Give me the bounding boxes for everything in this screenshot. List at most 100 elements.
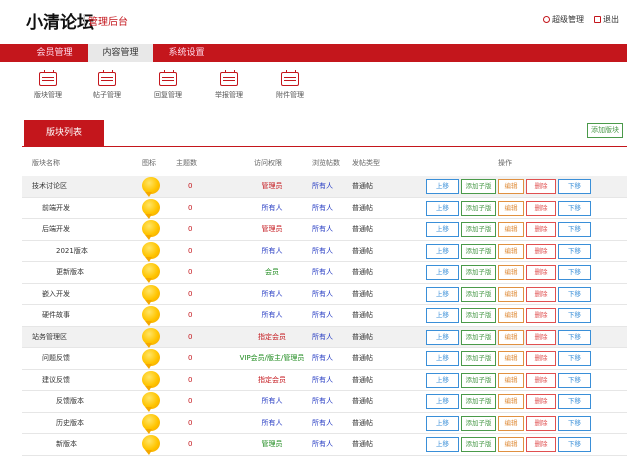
add-subboard-button[interactable]: 添加子版 — [461, 222, 496, 237]
post-type: 普通帖 — [352, 182, 373, 190]
table-row: 嵌入开发 0 所有人 所有人 普通帖 上移 添加子版 编辑 删除 下移 — [22, 284, 627, 306]
current-user[interactable]: 超级管理 — [543, 14, 584, 25]
edit-button[interactable]: 编辑 — [498, 243, 524, 259]
add-subboard-button[interactable]: 添加子版 — [461, 179, 496, 194]
post-icon — [98, 70, 116, 86]
delete-button[interactable]: 删除 — [526, 415, 556, 431]
add-board-button[interactable]: 添加版块 — [587, 123, 623, 138]
tab-member-management[interactable]: 会员管理 — [22, 44, 87, 62]
view-permission: 所有人 — [312, 354, 333, 362]
move-up-button[interactable]: 上移 — [426, 394, 459, 409]
move-down-button[interactable]: 下移 — [558, 243, 591, 259]
edit-button[interactable]: 编辑 — [498, 286, 524, 302]
delete-button[interactable]: 删除 — [526, 243, 556, 259]
delete-button[interactable]: 删除 — [526, 222, 556, 237]
board-name[interactable]: 问题反馈 — [42, 348, 70, 370]
move-down-button[interactable]: 下移 — [558, 308, 591, 323]
edit-button[interactable]: 编辑 — [498, 222, 524, 237]
top-bar: 小清论坛 管理后台 超级管理 退出 — [0, 0, 627, 44]
delete-button[interactable]: 删除 — [526, 394, 556, 409]
delete-button[interactable]: 删除 — [526, 286, 556, 302]
tab-content-management[interactable]: 内容管理 — [88, 44, 153, 62]
edit-button[interactable]: 编辑 — [498, 351, 524, 366]
edit-button[interactable]: 编辑 — [498, 308, 524, 323]
move-up-button[interactable]: 上移 — [426, 308, 459, 323]
view-permission: 所有人 — [312, 311, 333, 319]
row-actions: 上移 添加子版 编辑 删除 下移 — [426, 437, 591, 452]
board-name[interactable]: 历史版本 — [56, 413, 84, 435]
subnav-post-management[interactable]: 帖子管理 — [83, 70, 131, 100]
delete-button[interactable]: 删除 — [526, 179, 556, 194]
subnav-board-management[interactable]: 版块管理 — [24, 70, 72, 100]
move-down-button[interactable]: 下移 — [558, 372, 591, 388]
delete-button[interactable]: 删除 — [526, 308, 556, 323]
delete-button[interactable]: 删除 — [526, 437, 556, 452]
chat-bubble-icon — [142, 306, 160, 326]
move-up-button[interactable]: 上移 — [426, 243, 459, 259]
edit-button[interactable]: 编辑 — [498, 329, 524, 345]
move-down-button[interactable]: 下移 — [558, 286, 591, 302]
logout-link[interactable]: 退出 — [594, 14, 619, 25]
move-up-button[interactable]: 上移 — [426, 265, 459, 280]
board-name[interactable]: 建议反馈 — [42, 370, 70, 392]
subnav-attachment-management[interactable]: 附件管理 — [266, 70, 314, 100]
add-subboard-button[interactable]: 添加子版 — [461, 200, 496, 216]
board-list-tab[interactable]: 版块列表 — [24, 120, 104, 147]
move-down-button[interactable]: 下移 — [558, 437, 591, 452]
edit-button[interactable]: 编辑 — [498, 415, 524, 431]
move-up-button[interactable]: 上移 — [426, 372, 459, 388]
delete-button[interactable]: 删除 — [526, 200, 556, 216]
move-up-button[interactable]: 上移 — [426, 329, 459, 345]
add-subboard-button[interactable]: 添加子版 — [461, 308, 496, 323]
delete-button[interactable]: 删除 — [526, 351, 556, 366]
edit-button[interactable]: 编辑 — [498, 437, 524, 452]
move-up-button[interactable]: 上移 — [426, 179, 459, 194]
edit-button[interactable]: 编辑 — [498, 372, 524, 388]
add-subboard-button[interactable]: 添加子版 — [461, 415, 496, 431]
add-subboard-button[interactable]: 添加子版 — [461, 265, 496, 280]
delete-button[interactable]: 删除 — [526, 372, 556, 388]
board-name[interactable]: 新版本 — [56, 434, 77, 456]
board-name[interactable]: 嵌入开发 — [42, 284, 70, 306]
board-name[interactable]: 反馈版本 — [56, 391, 84, 413]
add-subboard-button[interactable]: 添加子版 — [461, 394, 496, 409]
move-down-button[interactable]: 下移 — [558, 394, 591, 409]
board-name[interactable]: 前端开发 — [42, 198, 70, 220]
edit-button[interactable]: 编辑 — [498, 200, 524, 216]
add-subboard-button[interactable]: 添加子版 — [461, 372, 496, 388]
board-name[interactable]: 2021版本 — [56, 241, 88, 263]
edit-button[interactable]: 编辑 — [498, 265, 524, 280]
move-down-button[interactable]: 下移 — [558, 351, 591, 366]
move-up-button[interactable]: 上移 — [426, 351, 459, 366]
move-down-button[interactable]: 下移 — [558, 265, 591, 280]
move-up-button[interactable]: 上移 — [426, 415, 459, 431]
board-name[interactable]: 后端开发 — [42, 219, 70, 241]
access-permission: 指定会员 — [258, 375, 286, 384]
move-up-button[interactable]: 上移 — [426, 437, 459, 452]
move-down-button[interactable]: 下移 — [558, 415, 591, 431]
subnav-report-management[interactable]: 举报管理 — [205, 70, 253, 100]
move-up-button[interactable]: 上移 — [426, 286, 459, 302]
board-name[interactable]: 更新版本 — [56, 262, 84, 284]
tab-system-settings[interactable]: 系统设置 — [154, 44, 219, 62]
add-subboard-button[interactable]: 添加子版 — [461, 243, 496, 259]
delete-button[interactable]: 删除 — [526, 265, 556, 280]
move-down-button[interactable]: 下移 — [558, 329, 591, 345]
add-subboard-button[interactable]: 添加子版 — [461, 437, 496, 452]
add-subboard-button[interactable]: 添加子版 — [461, 286, 496, 302]
board-name[interactable]: 站务管理区 — [32, 327, 67, 349]
board-name[interactable]: 硬件故事 — [42, 305, 70, 327]
edit-button[interactable]: 编辑 — [498, 179, 524, 194]
add-subboard-button[interactable]: 添加子版 — [461, 351, 496, 366]
edit-button[interactable]: 编辑 — [498, 394, 524, 409]
move-down-button[interactable]: 下移 — [558, 222, 591, 237]
delete-button[interactable]: 删除 — [526, 329, 556, 345]
board-name[interactable]: 技术讨论区 — [32, 176, 67, 198]
add-subboard-button[interactable]: 添加子版 — [461, 329, 496, 345]
move-up-button[interactable]: 上移 — [426, 200, 459, 216]
move-up-button[interactable]: 上移 — [426, 222, 459, 237]
move-down-button[interactable]: 下移 — [558, 200, 591, 216]
subnav-reply-management[interactable]: 回复管理 — [144, 70, 192, 100]
view-permission: 所有人 — [312, 397, 333, 405]
move-down-button[interactable]: 下移 — [558, 179, 591, 194]
